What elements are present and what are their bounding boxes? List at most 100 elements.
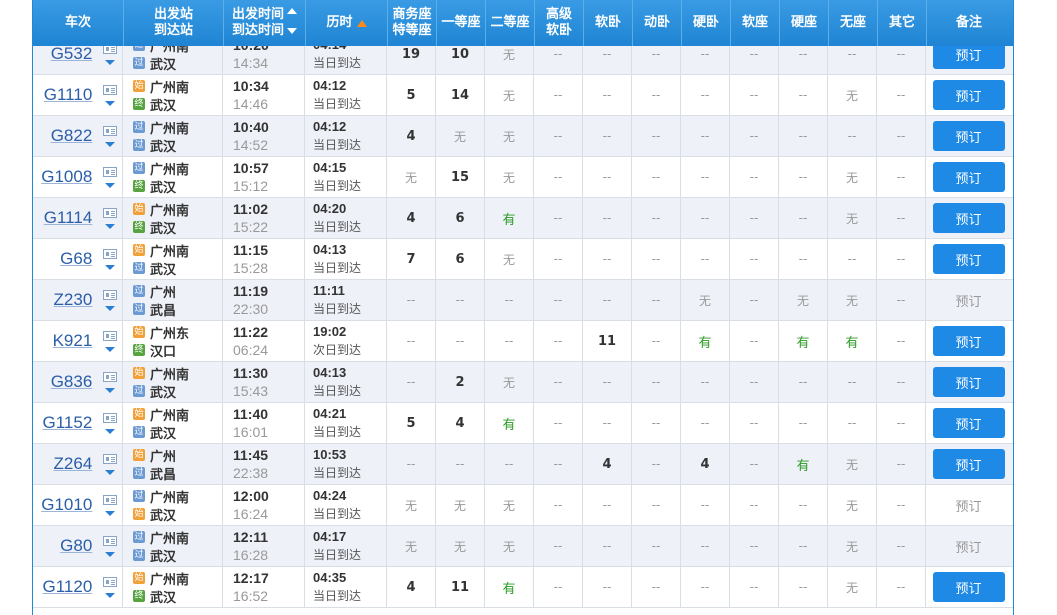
seat-first[interactable]: 2: [455, 375, 464, 390]
train-info-card-icon[interactable]: [103, 207, 118, 218]
expand-stops-icon[interactable]: [105, 387, 116, 393]
train-info-card-icon[interactable]: [103, 289, 118, 300]
seat-soft-sleeper[interactable]: 11: [598, 334, 616, 349]
train-number-link[interactable]: G822: [33, 126, 93, 146]
seat-business[interactable]: 19: [402, 47, 420, 62]
seat-second: 无: [502, 47, 515, 62]
train-number-link[interactable]: G80: [33, 536, 92, 556]
train-number-link[interactable]: G1114: [33, 208, 93, 228]
station-cell: 始广州南过武汉: [123, 403, 223, 443]
book-button[interactable]: 预订: [932, 449, 1005, 479]
seat-business[interactable]: 5: [406, 416, 415, 431]
sort-arrows-icon[interactable]: [287, 28, 297, 34]
expand-stops-icon[interactable]: [105, 223, 116, 229]
seat-business[interactable]: 5: [406, 88, 415, 103]
expand-stops-icon[interactable]: [105, 182, 116, 188]
seat-hard-seat[interactable]: 有: [796, 455, 809, 474]
train-number-link[interactable]: G532: [33, 44, 93, 64]
train-info-card-icon[interactable]: [103, 125, 118, 136]
sort-arrows-icon[interactable]: [287, 8, 297, 22]
train-info-card-icon[interactable]: [103, 453, 118, 464]
from-station-badge: 始: [133, 244, 145, 256]
train-number-link[interactable]: G836: [33, 372, 93, 392]
book-button[interactable]: 预订: [932, 203, 1005, 233]
departure-time: 11:02: [233, 201, 269, 217]
seat-hard-sleeper[interactable]: 4: [700, 457, 709, 472]
book-button[interactable]: 预订: [932, 162, 1005, 192]
seat-first[interactable]: 4: [455, 416, 464, 431]
train-info-card-icon[interactable]: [103, 248, 118, 259]
seat-first[interactable]: 10: [451, 47, 469, 62]
seat-second[interactable]: 有: [502, 414, 515, 433]
seat-second[interactable]: 有: [502, 578, 515, 597]
book-button[interactable]: 预订: [932, 121, 1005, 151]
expand-stops-icon[interactable]: [105, 100, 116, 106]
seat-high-soft-sleeper-cell: --: [534, 485, 583, 525]
seat-first-cell: 无: [436, 526, 485, 566]
book-button[interactable]: 预订: [932, 326, 1005, 356]
expand-stops-icon[interactable]: [105, 346, 116, 352]
seat-business[interactable]: 7: [406, 252, 415, 267]
train-info-card-icon[interactable]: [103, 371, 118, 382]
train-info-card-icon[interactable]: [103, 535, 118, 546]
train-number-link[interactable]: Z264: [33, 454, 93, 474]
train-info-card-icon[interactable]: [103, 494, 118, 505]
book-button[interactable]: 预订: [932, 80, 1005, 110]
col-time[interactable]: 出发时间 到达时间: [223, 0, 305, 46]
book-button[interactable]: 预订: [932, 572, 1005, 602]
seat-first[interactable]: 15: [451, 170, 469, 185]
seat-second[interactable]: 有: [502, 209, 515, 228]
expand-stops-icon[interactable]: [105, 469, 116, 475]
train-number-link[interactable]: G68: [33, 249, 92, 269]
seat-hard-seat[interactable]: 有: [796, 332, 809, 351]
train-info-card-icon[interactable]: [103, 576, 118, 587]
train-number-link[interactable]: G1008: [33, 167, 92, 187]
seat-soft-seat-cell: --: [730, 116, 779, 156]
train-info-card-icon[interactable]: [103, 412, 118, 423]
duration-cell: 04:12 当日到达: [305, 75, 387, 115]
to-station-badge: 过: [133, 467, 145, 479]
train-number-link[interactable]: K921: [33, 331, 93, 351]
train-number-link[interactable]: G1152: [33, 413, 93, 433]
seat-first[interactable]: 11: [451, 580, 469, 595]
seat-business[interactable]: 4: [406, 211, 415, 226]
seat-soft-sleeper[interactable]: 4: [602, 457, 611, 472]
seat-first[interactable]: 6: [455, 252, 464, 267]
expand-stops-icon[interactable]: [105, 264, 116, 270]
book-button[interactable]: 预订: [932, 244, 1005, 274]
sort-asc-icon[interactable]: [356, 19, 367, 27]
expand-stops-icon[interactable]: [105, 59, 116, 65]
expand-stops-icon[interactable]: [105, 592, 116, 598]
train-info-card-icon[interactable]: [103, 166, 118, 177]
book-button[interactable]: 预订: [932, 367, 1005, 397]
expand-stops-icon[interactable]: [105, 305, 116, 311]
col-duration[interactable]: 历时: [305, 0, 387, 46]
seat-first[interactable]: 14: [451, 88, 469, 103]
seat-hard-sleeper[interactable]: 有: [698, 332, 711, 351]
train-number-link[interactable]: G1010: [33, 495, 92, 515]
train-number-link[interactable]: G1110: [33, 85, 93, 105]
seat-business[interactable]: 4: [406, 129, 415, 144]
train-info-card-icon[interactable]: [103, 84, 118, 95]
seat-high-soft-sleeper: --: [553, 293, 563, 307]
seat-business[interactable]: 4: [406, 580, 415, 595]
from-station-name: 广州南: [150, 572, 190, 588]
train-info-card-icon[interactable]: [103, 330, 118, 341]
col-train[interactable]: 车次: [33, 0, 123, 46]
expand-stops-icon[interactable]: [105, 510, 116, 516]
from-station-badge: 过: [133, 162, 145, 174]
remark-cell: 预订: [926, 362, 1011, 402]
expand-stops-icon[interactable]: [105, 551, 116, 557]
seat-first[interactable]: 6: [455, 211, 464, 226]
expand-stops-icon[interactable]: [105, 428, 116, 434]
book-button[interactable]: 预订: [932, 408, 1005, 438]
expand-stops-icon[interactable]: [105, 141, 116, 147]
seat-high-soft-sleeper-cell: --: [534, 157, 583, 197]
seat-standing[interactable]: 有: [845, 332, 858, 351]
seat-second: 无: [502, 498, 515, 513]
train-number-link[interactable]: G1120: [33, 577, 93, 597]
arrival-time: 16:01: [233, 424, 269, 440]
seat-soft-seat: --: [749, 334, 759, 348]
seat-second-cell: --: [485, 280, 534, 320]
train-number-link[interactable]: Z230: [33, 290, 93, 310]
